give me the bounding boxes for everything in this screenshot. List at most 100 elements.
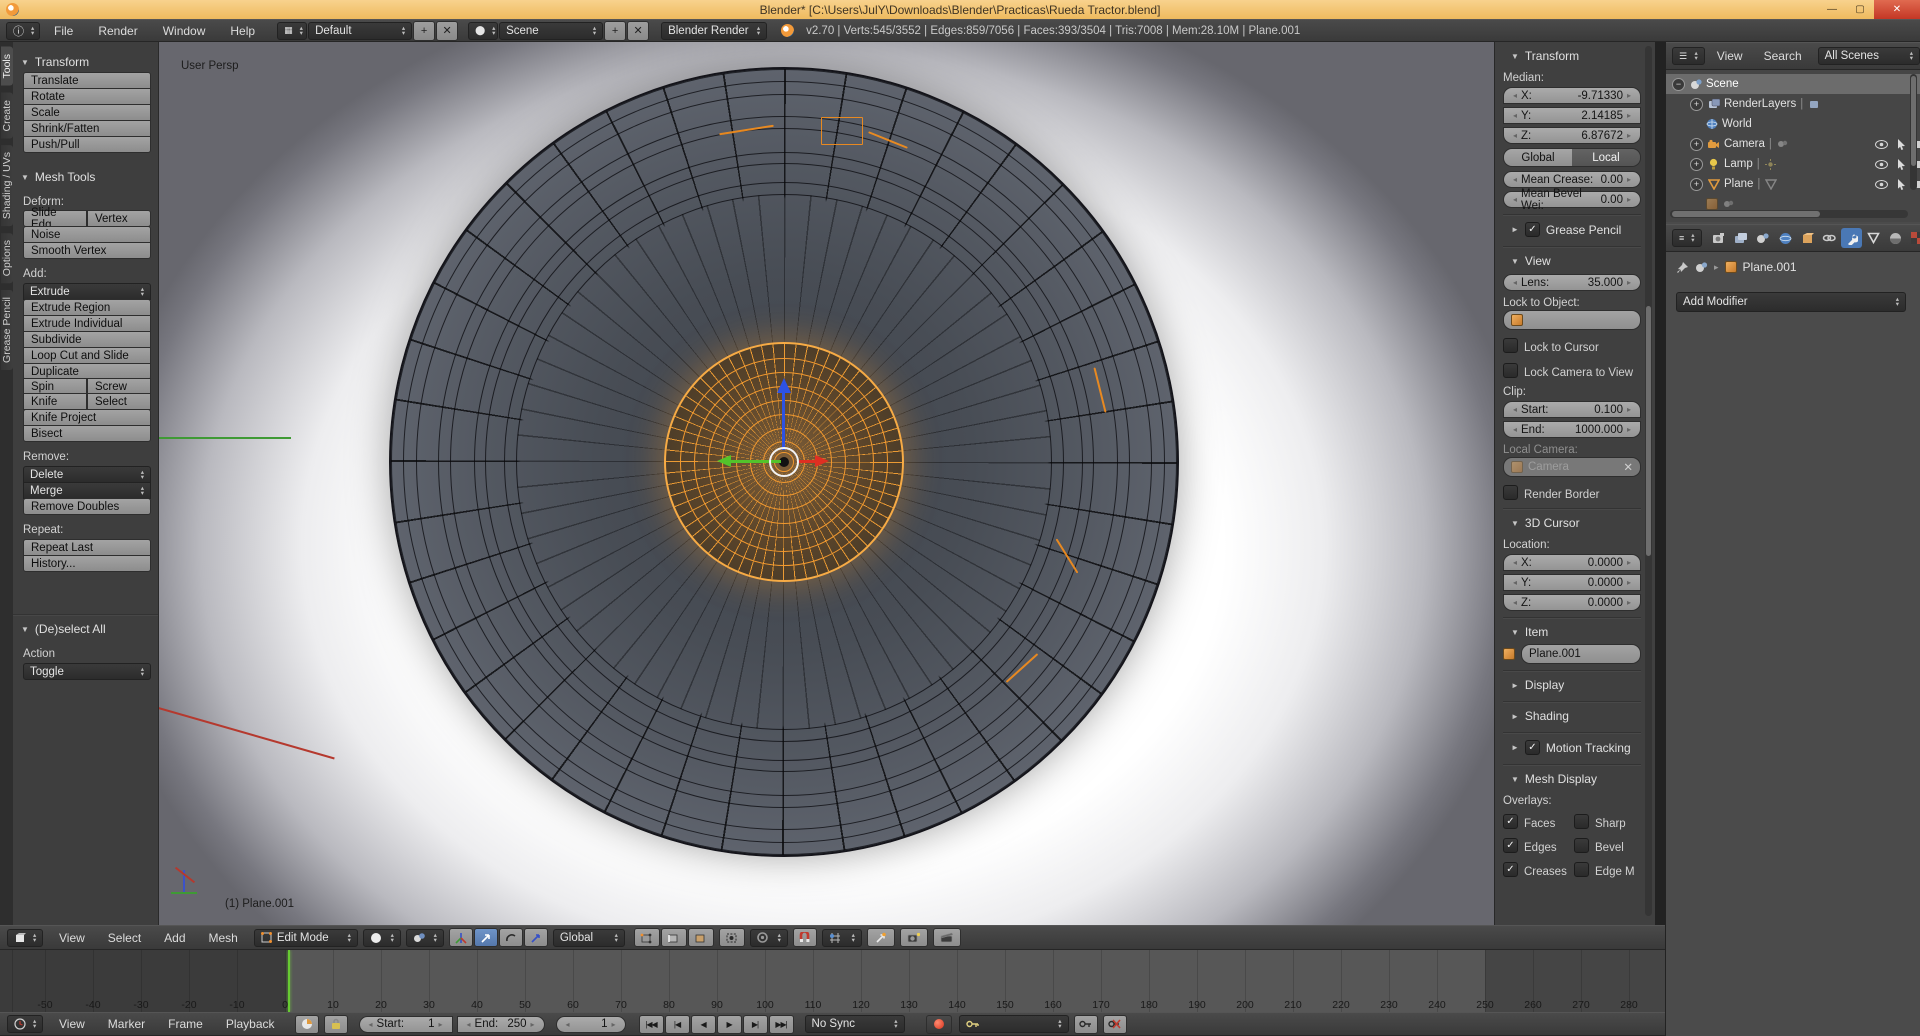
- tool-button[interactable]: Extrude Region: [23, 299, 151, 316]
- frame-end-field[interactable]: End:250: [457, 1016, 545, 1033]
- tool-button[interactable]: Loop Cut and Slide: [23, 347, 151, 364]
- median-x-field[interactable]: X:-9.71330: [1503, 87, 1641, 104]
- remove-doubles-button[interactable]: Remove Doubles: [23, 498, 151, 515]
- tool-button[interactable]: History...: [23, 555, 151, 572]
- tool-shelf-tab[interactable]: Tools: [1, 47, 13, 86]
- slide-vertex-button[interactable]: Vertex: [87, 210, 151, 227]
- outliner-item-scene[interactable]: − Scene: [1666, 74, 1920, 94]
- delete-scene-button[interactable]: ✕: [627, 21, 649, 41]
- motion-tracking-checkbox[interactable]: [1525, 740, 1540, 755]
- outliner-item-plane[interactable]: + Plane|: [1666, 174, 1920, 194]
- extrude-dropdown[interactable]: Extrude: [23, 283, 151, 300]
- transform-panel-header[interactable]: Transform: [13, 50, 158, 72]
- tool-button[interactable]: Shrink/Fatten: [23, 120, 151, 137]
- collapse-icon[interactable]: −: [1672, 78, 1685, 91]
- snap-element-dropdown[interactable]: [822, 929, 862, 947]
- properties-editor-type-dropdown[interactable]: ≡: [1672, 229, 1702, 247]
- lock-icon-button[interactable]: [324, 1015, 348, 1034]
- screen-layout-name[interactable]: Default: [308, 22, 412, 40]
- view-header[interactable]: View: [1503, 249, 1641, 271]
- 3d-cursor-header[interactable]: 3D Cursor: [1503, 511, 1641, 533]
- previous-keyframe-button[interactable]: |◀: [665, 1015, 690, 1034]
- timeline-editor-type-dropdown[interactable]: [7, 1015, 43, 1033]
- edges-checkbox[interactable]: [1503, 838, 1518, 853]
- tool-button[interactable]: Repeat Last: [23, 539, 151, 556]
- knife-button[interactable]: Knife: [23, 393, 87, 410]
- local-camera-field[interactable]: Camera✕: [1503, 457, 1641, 477]
- clear-icon[interactable]: ✕: [1623, 460, 1633, 474]
- v3d-editor-type-dropdown[interactable]: [7, 929, 43, 947]
- add-scene-button[interactable]: +: [604, 21, 626, 41]
- median-z-field[interactable]: Z:6.87672: [1503, 127, 1641, 144]
- play-button[interactable]: ▶: [717, 1015, 742, 1034]
- grease-pencil-header[interactable]: Grease Pencil: [1503, 217, 1641, 240]
- limit-selection-visible-button[interactable]: [719, 928, 745, 947]
- transform-manipulator[interactable]: [389, 67, 1179, 857]
- expand-icon[interactable]: +: [1690, 178, 1703, 191]
- tab-scene[interactable]: [1753, 228, 1774, 248]
- tool-button[interactable]: Scale: [23, 104, 151, 121]
- lock-to-cursor-checkbox[interactable]: [1503, 338, 1518, 353]
- clip-start-field[interactable]: Start:0.100: [1503, 401, 1641, 418]
- tab-object[interactable]: [1797, 228, 1818, 248]
- expand-icon[interactable]: +: [1690, 158, 1703, 171]
- scene-name[interactable]: Scene: [499, 22, 603, 40]
- display-header[interactable]: Display: [1503, 673, 1641, 695]
- visibility-eye-icon[interactable]: [1875, 180, 1888, 189]
- bevel-checkbox[interactable]: [1574, 838, 1589, 853]
- delete-layout-button[interactable]: ✕: [436, 21, 458, 41]
- lock-object-field[interactable]: [1503, 310, 1641, 330]
- z-axis-arrow[interactable]: [782, 392, 785, 450]
- outliner-menu-item[interactable]: View: [1707, 49, 1753, 63]
- v3d-menu-item[interactable]: Select: [97, 931, 152, 945]
- rotate-manipulator-button[interactable]: [499, 928, 523, 947]
- expand-icon[interactable]: +: [1690, 98, 1703, 111]
- tab-modifiers[interactable]: [1841, 228, 1862, 248]
- faces-checkbox[interactable]: [1503, 814, 1518, 829]
- knife-select-button[interactable]: Select: [87, 393, 151, 410]
- manipulator-toggle-button[interactable]: [449, 928, 473, 947]
- merge-dropdown[interactable]: Merge: [23, 482, 151, 499]
- transform-orientation-dropdown[interactable]: Global: [553, 929, 625, 947]
- action-toggle-dropdown[interactable]: Toggle: [23, 663, 151, 680]
- npanel-scrollbar[interactable]: [1645, 46, 1652, 916]
- tool-shelf-tab[interactable]: Options: [1, 233, 13, 283]
- outliner-item-renderlayers[interactable]: + RenderLayers|: [1666, 94, 1920, 114]
- tool-button[interactable]: Bisect: [23, 425, 151, 442]
- expand-icon[interactable]: +: [1690, 138, 1703, 151]
- tool-button[interactable]: Translate: [23, 72, 151, 89]
- median-y-field[interactable]: Y:2.14185: [1503, 107, 1641, 124]
- menu-item[interactable]: Render: [86, 24, 149, 38]
- menu-item[interactable]: Window: [151, 24, 218, 38]
- scene-icon-dropdown[interactable]: ⬤: [468, 22, 498, 40]
- tab-constraints[interactable]: [1819, 228, 1840, 248]
- clip-end-field[interactable]: End:1000.000: [1503, 421, 1641, 438]
- sharp-checkbox[interactable]: [1574, 814, 1589, 829]
- keying-set-field[interactable]: [959, 1015, 1069, 1033]
- scale-manipulator-button[interactable]: [524, 928, 548, 947]
- render-opengl-button[interactable]: [900, 928, 928, 947]
- vertex-select-button[interactable]: [634, 928, 660, 947]
- tool-button[interactable]: Extrude Individual: [23, 315, 151, 332]
- frame-start-field[interactable]: Start:1: [359, 1016, 453, 1033]
- wheel-mesh[interactable]: [389, 67, 1179, 857]
- global-toggle[interactable]: Global: [1504, 149, 1572, 166]
- deselect-all-panel-header[interactable]: (De)select All: [13, 617, 158, 639]
- scenes-filter-dropdown[interactable]: All Scenes: [1818, 47, 1920, 65]
- render-animation-button[interactable]: [933, 928, 961, 947]
- menu-item[interactable]: File: [42, 24, 85, 38]
- 3d-viewport[interactable]: User Persp (1) Plane.001: [159, 42, 1494, 925]
- auto-keyframe-record-button[interactable]: [926, 1015, 952, 1034]
- timeline-menu-item[interactable]: View: [48, 1017, 96, 1031]
- timeline-menu-item[interactable]: Frame: [157, 1017, 214, 1031]
- viewport-shading-dropdown[interactable]: [363, 929, 401, 947]
- tab-texture[interactable]: [1907, 228, 1920, 248]
- tool-shelf-tab[interactable]: Shading / UVs: [1, 145, 13, 226]
- add-layout-button[interactable]: +: [413, 21, 435, 41]
- menu-item[interactable]: Help: [218, 24, 267, 38]
- tab-material[interactable]: [1885, 228, 1906, 248]
- tool-shelf-tab[interactable]: Create: [1, 93, 13, 139]
- snap-toggle-button[interactable]: [793, 928, 817, 947]
- tool-button[interactable]: Rotate: [23, 88, 151, 105]
- creases-checkbox[interactable]: [1503, 862, 1518, 877]
